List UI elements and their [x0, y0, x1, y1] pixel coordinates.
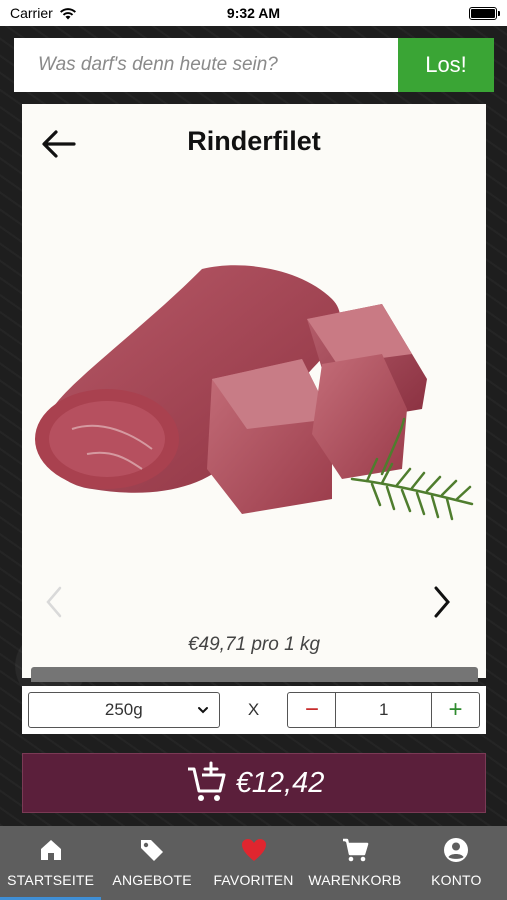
tab-label: STARTSEITE	[7, 872, 95, 888]
tab-label: WARENKORB	[308, 872, 402, 888]
carrier-label: Carrier	[10, 5, 53, 21]
product-card: Rinderfilet €49,71 pro 1 kg	[22, 104, 486, 678]
tab-startseite[interactable]: STARTSEITE	[0, 826, 102, 900]
tab-favoriten[interactable]: FAVORITEN	[203, 826, 304, 900]
decrease-quantity-button[interactable]: −	[288, 693, 337, 727]
tab-warenkorb[interactable]: WARENKORB	[304, 826, 405, 900]
previous-image-chevron-icon	[46, 586, 62, 618]
tab-label: ANGEBOTE	[112, 872, 192, 888]
quantity-value[interactable]: 1	[336, 693, 431, 727]
tab-konto[interactable]: KONTO	[406, 826, 507, 900]
tag-icon	[141, 840, 164, 861]
order-options: 250g X − 1 +	[22, 686, 486, 734]
battery-icon	[469, 6, 500, 20]
beef-fillet-image	[35, 265, 474, 521]
cart-icon	[342, 838, 369, 862]
add-to-cart-icon	[187, 761, 226, 801]
next-image-chevron-icon[interactable]	[430, 584, 454, 620]
add-to-cart-button[interactable]: €12,42	[22, 753, 486, 813]
tab-label: FAVORITEN	[213, 872, 294, 888]
price-per-kg: €49,71 pro 1 kg	[187, 634, 321, 655]
multiplier-label: X	[247, 700, 260, 719]
quantity-stepper: − 1 +	[287, 692, 480, 728]
search-button[interactable]: Los!	[398, 38, 494, 92]
chevron-down-icon	[197, 707, 208, 714]
wifi-icon	[59, 7, 76, 19]
increase-quantity-button[interactable]: +	[431, 693, 479, 727]
home-icon	[40, 840, 61, 860]
heart-icon	[241, 839, 266, 861]
account-icon	[444, 838, 469, 862]
search-input[interactable]	[14, 38, 398, 92]
card-divider	[31, 667, 478, 682]
product-title: Rinderfilet	[187, 126, 321, 156]
cart-total-price: €12,42	[235, 766, 325, 799]
status-bar: Carrier 9:32 AM	[0, 0, 507, 26]
tab-label: KONTO	[431, 872, 482, 888]
weight-select[interactable]: 250g	[28, 692, 220, 728]
weight-select-value: 250g	[104, 700, 143, 719]
tab-angebote[interactable]: ANGEBOTE	[101, 826, 202, 900]
tab-bar: STARTSEITE ANGEBOTE FAVORITEN WARENKORB …	[0, 826, 507, 900]
search-bar: Los!	[14, 38, 494, 92]
